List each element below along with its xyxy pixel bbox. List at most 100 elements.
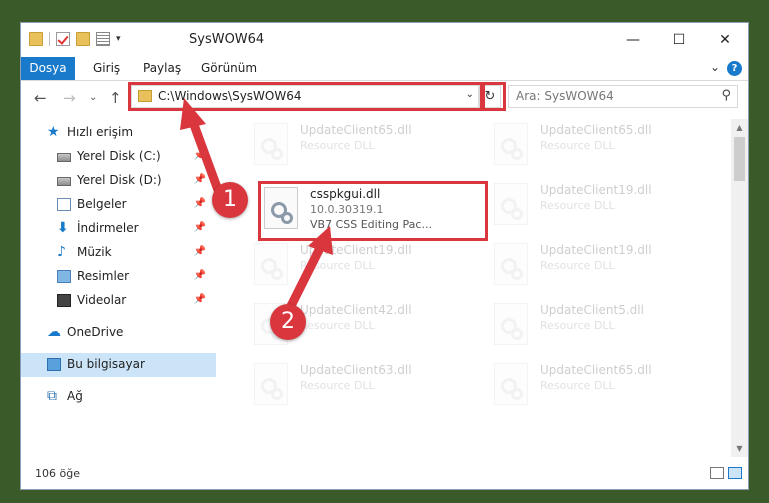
search-placeholder: Ara: SysWOW64 bbox=[516, 89, 614, 103]
pin-icon[interactable]: 📌 bbox=[194, 294, 206, 305]
quick-access-toolbar: ▾ bbox=[29, 32, 121, 46]
cloud-icon: ☁ bbox=[47, 324, 61, 340]
status-bar: 106 öğe bbox=[21, 459, 748, 489]
file-name: UpdateClient63.dll bbox=[300, 363, 412, 377]
dll-file-icon bbox=[494, 363, 528, 405]
up-button[interactable]: ↑ bbox=[109, 89, 122, 107]
file-name: UpdateClient42.dll bbox=[300, 303, 412, 317]
dll-file-icon bbox=[264, 187, 298, 229]
pin-icon[interactable]: 📌 bbox=[194, 270, 206, 281]
maximize-button[interactable]: ☐ bbox=[656, 23, 702, 57]
details-view-icon[interactable] bbox=[710, 467, 724, 479]
sidebar-item-videos[interactable]: Videolar 📌 bbox=[21, 289, 216, 313]
star-icon: ★ bbox=[47, 124, 60, 140]
sidebar-item-label: Resimler bbox=[77, 269, 130, 283]
file-tile[interactable]: UpdateClient5.dll Resource DLL bbox=[488, 299, 718, 351]
customize-toolbar-icon[interactable] bbox=[96, 32, 110, 46]
file-tile[interactable]: UpdateClient65.dll Resource DLL bbox=[488, 359, 718, 411]
sidebar-item-disk-c[interactable]: Yerel Disk (C:) 📌 bbox=[21, 145, 216, 169]
pictures-icon bbox=[57, 270, 71, 283]
sidebar-item-label: OneDrive bbox=[67, 325, 124, 339]
file-type: Resource DLL bbox=[300, 379, 375, 392]
file-tile[interactable]: UpdateClient19.dll Resource DLL bbox=[248, 239, 478, 291]
sidebar-item-quick-access[interactable]: ★ Hızlı erişim bbox=[21, 121, 216, 145]
pin-icon[interactable]: 📌 bbox=[194, 198, 206, 209]
file-version: 10.0.30319.1 bbox=[310, 203, 384, 216]
sidebar-item-label: Yerel Disk (D:) bbox=[77, 173, 162, 187]
pin-icon[interactable]: 📌 bbox=[194, 150, 206, 161]
file-name: UpdateClient65.dll bbox=[540, 123, 652, 137]
window-title: SysWOW64 bbox=[189, 32, 265, 47]
dll-file-icon bbox=[494, 303, 528, 345]
file-type: Resource DLL bbox=[300, 139, 375, 152]
file-tile[interactable]: UpdateClient19.dll Resource DLL bbox=[488, 179, 718, 231]
new-folder-icon[interactable] bbox=[76, 32, 90, 46]
scroll-down-icon[interactable]: ▼ bbox=[731, 440, 748, 457]
network-icon: ⧉ bbox=[47, 388, 57, 404]
tab-file[interactable]: Dosya bbox=[21, 57, 75, 80]
file-description: VB7 CSS Editing Pac... bbox=[310, 218, 432, 231]
sidebar-item-network[interactable]: ⧉ Ağ bbox=[21, 385, 216, 409]
step-badge-1: 1 bbox=[212, 182, 248, 218]
file-tile[interactable]: UpdateClient63.dll Resource DLL bbox=[248, 359, 478, 411]
minimize-button[interactable]: — bbox=[610, 23, 656, 57]
back-button[interactable]: ← bbox=[34, 89, 47, 107]
sidebar-item-label: İndirmeler bbox=[77, 221, 139, 235]
file-name: UpdateClient5.dll bbox=[540, 303, 644, 317]
file-type: Resource DLL bbox=[540, 199, 615, 212]
file-name: UpdateClient19.dll bbox=[300, 243, 412, 257]
item-count: 106 öğe bbox=[35, 467, 80, 480]
help-icon[interactable]: ? bbox=[727, 61, 742, 76]
ribbon-tabs: Dosya Giriş Paylaş Görünüm ⌄ ? bbox=[21, 57, 748, 81]
step-badge-2: 2 bbox=[270, 304, 306, 340]
videos-icon bbox=[57, 294, 71, 307]
search-input[interactable]: Ara: SysWOW64 ⚲ bbox=[508, 85, 738, 108]
chevron-down-icon[interactable]: ▾ bbox=[116, 34, 121, 44]
sidebar-item-this-pc[interactable]: Bu bilgisayar bbox=[21, 353, 216, 377]
file-type: Resource DLL bbox=[540, 379, 615, 392]
sidebar-item-disk-d[interactable]: Yerel Disk (D:) 📌 bbox=[21, 169, 216, 193]
expand-ribbon-icon[interactable]: ⌄ bbox=[710, 60, 720, 74]
refresh-highlight bbox=[482, 82, 506, 111]
tab-view[interactable]: Görünüm bbox=[201, 57, 257, 80]
properties-check-icon[interactable] bbox=[56, 32, 70, 46]
dll-file-icon bbox=[254, 363, 288, 405]
pin-icon[interactable]: 📌 bbox=[194, 246, 206, 257]
scrollbar-thumb[interactable] bbox=[734, 137, 745, 181]
disk-icon bbox=[57, 177, 71, 186]
sidebar-item-music[interactable]: ♪ Müzik 📌 bbox=[21, 241, 216, 265]
scroll-up-icon[interactable]: ▲ bbox=[731, 119, 748, 136]
pin-icon[interactable]: 📌 bbox=[194, 174, 206, 185]
recent-locations-button[interactable]: ⌄ bbox=[89, 92, 97, 103]
tab-home[interactable]: Giriş bbox=[93, 57, 120, 80]
file-name: csspkgui.dll bbox=[310, 187, 381, 201]
sidebar-item-label: Belgeler bbox=[77, 197, 127, 211]
file-name: UpdateClient65.dll bbox=[540, 363, 652, 377]
file-tile[interactable]: UpdateClient65.dll Resource DLL bbox=[488, 119, 718, 171]
dll-file-icon bbox=[254, 123, 288, 165]
document-icon bbox=[57, 198, 71, 211]
disk-icon bbox=[57, 153, 71, 162]
folder-icon[interactable] bbox=[29, 32, 43, 46]
dll-file-icon bbox=[494, 183, 528, 225]
sidebar-item-pictures[interactable]: Resimler 📌 bbox=[21, 265, 216, 289]
music-icon: ♪ bbox=[57, 244, 66, 260]
vertical-scrollbar[interactable]: ▲ ▼ bbox=[731, 119, 748, 457]
sidebar-item-label: Yerel Disk (C:) bbox=[77, 149, 161, 163]
tiles-view-icon[interactable] bbox=[728, 467, 742, 479]
file-tile[interactable]: UpdateClient65.dll Resource DLL bbox=[248, 119, 478, 171]
tab-share[interactable]: Paylaş bbox=[143, 57, 181, 80]
file-name: UpdateClient19.dll bbox=[540, 183, 652, 197]
forward-button[interactable]: → bbox=[63, 89, 76, 107]
sidebar-item-onedrive[interactable]: ☁ OneDrive bbox=[21, 321, 216, 345]
file-tile[interactable]: UpdateClient19.dll Resource DLL bbox=[488, 239, 718, 291]
sidebar-item-documents[interactable]: Belgeler 📌 bbox=[21, 193, 216, 217]
file-tile-csspkgui[interactable]: csspkgui.dll 10.0.30319.1 VB7 CSS Editin… bbox=[258, 183, 488, 235]
close-button[interactable]: ✕ bbox=[702, 23, 748, 57]
download-icon: ⬇ bbox=[57, 220, 69, 236]
sidebar-item-downloads[interactable]: ⬇ İndirmeler 📌 bbox=[21, 217, 216, 241]
dll-file-icon bbox=[494, 123, 528, 165]
pin-icon[interactable]: 📌 bbox=[194, 222, 206, 233]
sidebar-item-label: Videolar bbox=[77, 293, 127, 307]
file-name: UpdateClient65.dll bbox=[300, 123, 412, 137]
